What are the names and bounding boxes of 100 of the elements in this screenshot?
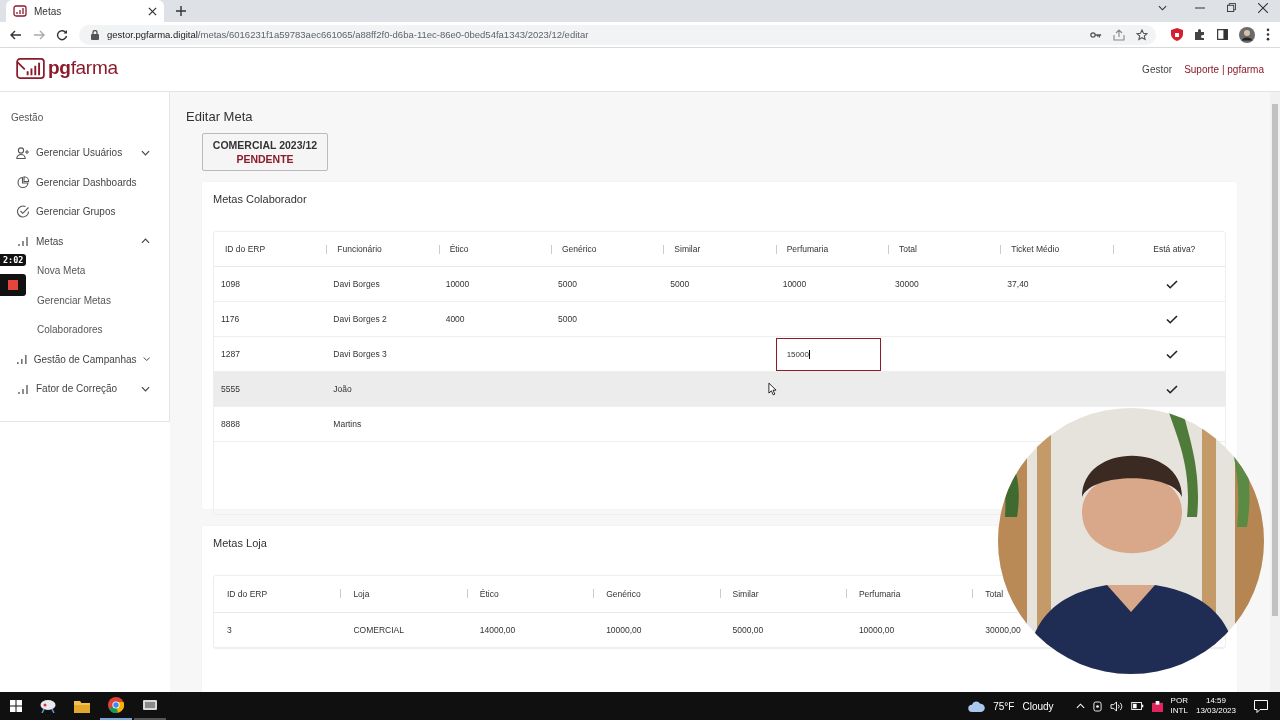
reload-icon[interactable] — [56, 28, 68, 41]
sidebar-item[interactable]: Gerenciar Dashboards — [0, 167, 169, 197]
logo-text: pgfarma — [48, 57, 118, 79]
share-icon[interactable] — [1113, 28, 1125, 41]
speaker-icon[interactable] — [1109, 700, 1123, 712]
table-cell: 4000 — [445, 314, 465, 324]
avatar-icon[interactable] — [1239, 26, 1255, 43]
column-header[interactable]: Perfumaria — [858, 589, 901, 599]
bar-chart-icon — [16, 236, 30, 247]
column-header[interactable]: ID do ERP — [225, 244, 266, 254]
column-header[interactable]: Ético — [449, 244, 469, 254]
battery-icon[interactable] — [1130, 702, 1144, 710]
plus-icon[interactable] — [176, 6, 186, 16]
sidebar-item[interactable]: Fator de Correção — [0, 374, 169, 404]
puzzle-icon[interactable] — [1194, 28, 1206, 41]
windows-icon[interactable] — [10, 700, 22, 712]
table-cell: 14000,00 — [479, 625, 516, 635]
key-icon[interactable] — [1090, 30, 1102, 39]
table-cell: 10000 — [782, 279, 807, 289]
user-link[interactable]: Gestor — [1142, 64, 1173, 75]
table-cell: 30000,00 — [985, 625, 1021, 635]
minimize-icon[interactable] — [1195, 6, 1205, 9]
column-header[interactable]: Genérico — [606, 589, 641, 599]
temperature: 75°F — [993, 700, 1015, 712]
chevron-down-icon[interactable] — [142, 356, 150, 363]
shield-icon[interactable] — [1171, 28, 1183, 41]
column-header[interactable]: Ético — [479, 589, 499, 599]
clock-date[interactable]: 13/03/2023 — [1195, 706, 1236, 716]
table-cell: 5000 — [558, 314, 577, 324]
input-field[interactable]: 15000 — [775, 337, 881, 371]
column-header[interactable]: Ticket Médio — [1011, 244, 1060, 254]
recording-timer: 2:02 — [0, 254, 26, 266]
address-field[interactable]: gestor.pgfarma.digital/metas/6016231f1a59783aec661065/a88ff2f0-d6ba-11ec-86e0-0bed54fa1343/2023/12/editar — [79, 24, 1156, 45]
more-icon[interactable] — [1266, 28, 1270, 41]
column-header[interactable]: Similar — [732, 589, 759, 599]
table-cell: Davi Borges 3 — [333, 349, 387, 359]
column-header[interactable]: Total — [899, 244, 917, 254]
language-code[interactable]: POR — [1170, 696, 1188, 706]
cursor-icon — [768, 382, 777, 396]
table-cell: 37,40 — [1007, 279, 1029, 289]
close-icon[interactable] — [148, 6, 157, 16]
column-header[interactable]: Genérico — [562, 244, 597, 254]
table-row[interactable]: 5555 João — [214, 372, 1225, 407]
card-title: Metas Loja — [213, 537, 268, 549]
notification-icon[interactable] — [1254, 699, 1268, 713]
logo-icon — [16, 57, 45, 79]
table-cell: 5000,00 — [732, 625, 764, 635]
folder-icon[interactable] — [74, 699, 90, 713]
sidebar-item[interactable]: Gestão de Campanhas — [0, 344, 169, 374]
table-cell: 10000,00 — [858, 625, 895, 635]
sidebar-subitem[interactable]: Colaboradores — [37, 324, 103, 336]
app-tray-icon[interactable] — [1151, 700, 1163, 712]
restore-icon[interactable] — [1227, 3, 1236, 12]
column-header[interactable]: Total — [985, 589, 1004, 599]
sidebar-item[interactable]: Metas — [0, 226, 169, 256]
chevron-down-icon[interactable] — [141, 149, 150, 156]
sidebar-subitem[interactable]: Nova Meta — [37, 265, 86, 277]
camera-icon[interactable] — [1092, 700, 1102, 712]
column-header[interactable]: Está ativa? — [1153, 244, 1196, 254]
table-cell: 5000 — [670, 279, 690, 289]
column-header[interactable]: Perfumaria — [786, 244, 829, 254]
chart-icon — [13, 5, 27, 17]
scrollbar-thumb[interactable] — [1272, 104, 1278, 616]
pie-chart-icon — [16, 175, 30, 189]
back-icon[interactable] — [10, 28, 22, 41]
chevron-up-icon[interactable] — [141, 238, 150, 245]
keyboard-layout[interactable]: INTL — [1170, 706, 1188, 716]
table-row[interactable]: 1176 Davi Borges 2 4000 5000 — [214, 302, 1225, 337]
support-link[interactable]: Suporte | pgfarma — [1184, 64, 1264, 75]
page-title: Editar Meta — [186, 109, 254, 124]
chevron-down-icon[interactable] — [141, 385, 150, 392]
column-header[interactable]: Similar — [674, 244, 701, 254]
table-cell: 5555 — [221, 384, 240, 394]
sidebar-item[interactable]: Gerenciar Usuários — [0, 138, 169, 168]
side-panel-icon[interactable] — [1217, 29, 1228, 40]
browser-tab[interactable]: Metas — [6, 0, 164, 22]
sidebar-section-title: Gestão — [10, 112, 45, 123]
table-cell: 8888 — [221, 419, 240, 429]
table-cell: João — [333, 384, 352, 394]
table-cell: Davi Borges 2 — [333, 314, 387, 324]
sidebar-item[interactable]: Gerenciar Grupos — [0, 197, 169, 227]
table-cell: 1098 — [221, 279, 240, 289]
table-cell: Martins — [333, 419, 362, 429]
table-cell: 1176 — [221, 314, 240, 324]
stop-recording-button[interactable] — [0, 274, 26, 296]
check-circle-icon — [16, 205, 30, 219]
close-icon[interactable] — [1258, 2, 1268, 13]
sidebar-subitem[interactable]: Gerenciar Metas — [37, 294, 111, 306]
user-plus-icon — [16, 146, 30, 159]
column-header[interactable]: Loja — [353, 589, 370, 599]
star-icon[interactable] — [1136, 28, 1148, 41]
table-row[interactable]: 1098 Davi Borges 10000 5000 5000 10000 30000 37,40 — [214, 267, 1225, 302]
column-header[interactable]: ID do ERP — [227, 589, 268, 599]
chevron-down-icon[interactable] — [1158, 4, 1167, 11]
app-window-icon[interactable] — [142, 698, 158, 712]
cloud-icon — [968, 700, 986, 712]
column-header[interactable]: Funcionário — [337, 244, 382, 254]
chrome-icon[interactable] — [108, 697, 124, 713]
clock-time[interactable]: 14:59 — [1205, 696, 1226, 706]
app-icon[interactable] — [40, 699, 56, 713]
